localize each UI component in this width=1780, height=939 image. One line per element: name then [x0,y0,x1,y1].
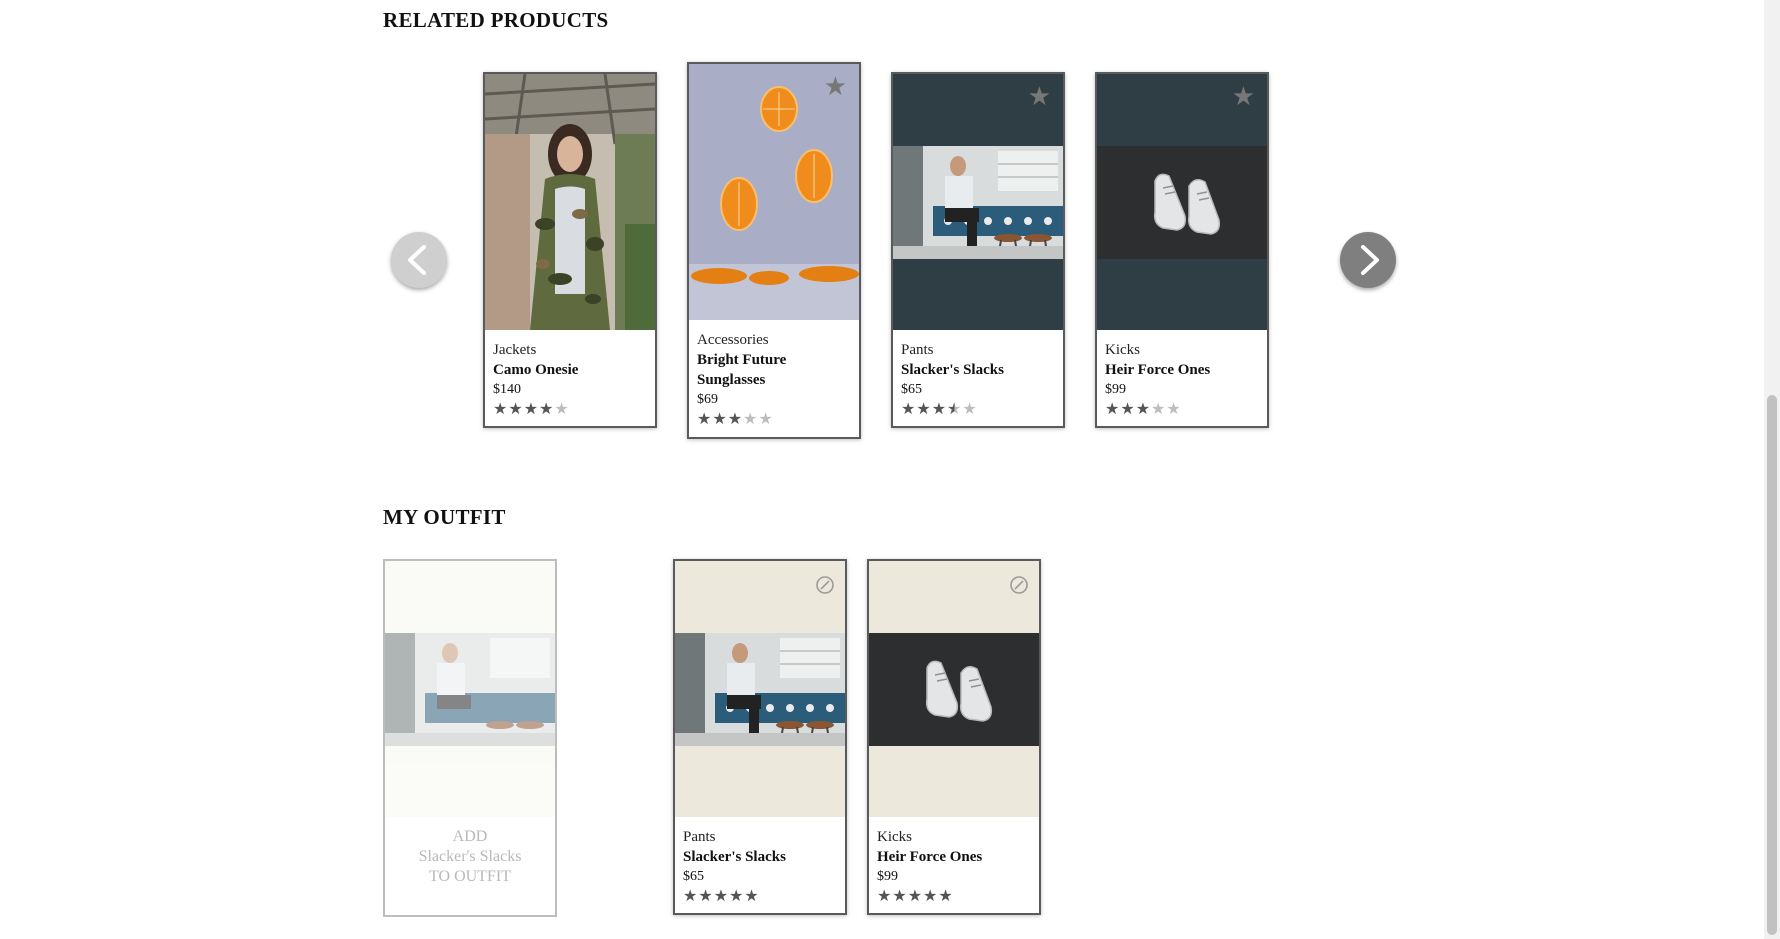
star-rating: ★★★★★ [493,399,570,418]
product-photo [869,561,1039,817]
product-price: $140 [493,382,521,397]
scrollbar-thumb[interactable] [1767,395,1777,935]
my-outfit-title: MY OUTFIT [383,505,506,529]
product-name: Heir Force Ones [877,849,983,865]
star-rating: ★★★★★ [1105,399,1182,418]
product-category: Accessories [697,332,769,348]
add-label: ADD [452,828,488,845]
chevron-right-icon [1361,245,1379,275]
star-icon[interactable]: ★ [1028,84,1051,110]
carousel-next-button[interactable] [1340,232,1396,288]
star-icon[interactable]: ★ [1232,84,1255,110]
product-price: $65 [901,382,922,397]
product-card[interactable]: ★ Kicks Heir Force Ones $99 ★★★★★ [1095,72,1269,428]
outfit-card[interactable]: Pants Slacker's Slacks $65 ★★★★★ [673,559,847,915]
product-name: Slacker's Slacks [683,849,786,865]
product-photo [675,561,845,817]
carousel-prev-button[interactable] [391,232,447,288]
star-rating: ★★★★★ [877,886,954,905]
product-card[interactable]: ★ Accessories Bright Future Sunglasses $… [687,62,861,439]
related-products-title: RELATED PRODUCTS [383,8,609,32]
product-card[interactable]: Jackets Camo Onesie $140 ★★★★★ [483,72,657,428]
product-category: Pants [901,342,934,358]
product-name: Heir Force Ones [1105,362,1211,378]
product-category: Pants [683,829,716,845]
product-photo: ★ [1097,74,1267,330]
add-to-outfit-card[interactable]: ADD Slacker's Slacks TO OUTFIT [383,559,557,917]
product-category: Jackets [493,342,537,358]
star-icon[interactable]: ★ [824,74,847,100]
product-card[interactable]: ★ Pants Slacker's Slacks $65 ★★★★★ [891,72,1065,428]
star-rating: ★★★★★ [697,409,774,428]
product-price: $69 [697,392,718,407]
circle-slash-icon[interactable] [1009,575,1029,595]
add-label-suffix: TO OUTFIT [429,868,511,885]
chevron-left-icon [408,245,426,275]
product-photo [385,561,555,817]
product-category: Kicks [877,829,912,845]
product-photo: ★ [893,74,1063,330]
product-price: $99 [1105,382,1126,397]
product-name: Camo Onesie [493,362,579,378]
star-rating: ★★★★★ [901,399,978,418]
outfit-card[interactable]: Kicks Heir Force Ones $99 ★★★★★ [867,559,1041,915]
product-name: Slacker's Slacks [901,362,1004,378]
add-product-name: Slacker's Slacks [418,848,522,865]
scrollbar[interactable] [1764,0,1780,939]
product-price: $65 [683,869,704,884]
product-price: $99 [877,869,898,884]
circle-slash-icon[interactable] [815,575,835,595]
product-name: Bright Future Sunglasses [697,352,787,388]
product-category: Kicks [1105,342,1140,358]
star-rating: ★★★★★ [683,886,760,905]
product-photo [485,74,655,330]
product-photo: ★ [689,64,859,320]
